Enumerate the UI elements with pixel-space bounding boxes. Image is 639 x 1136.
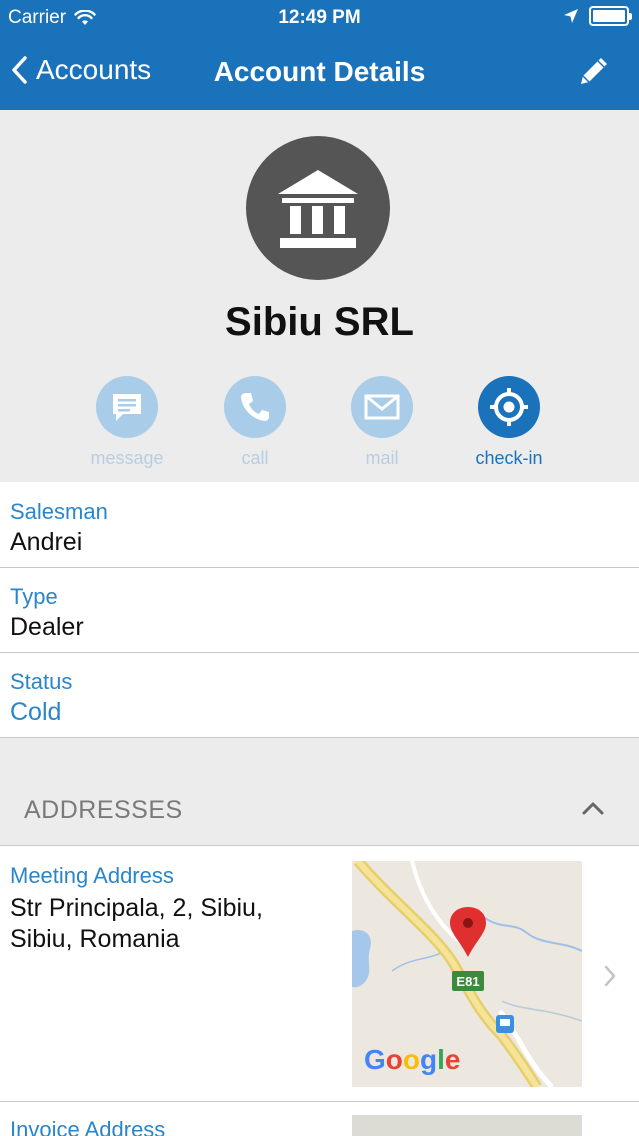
status-value: Cold <box>10 698 62 726</box>
phone-icon <box>241 393 269 421</box>
meeting-address-row[interactable]: Meeting Address Str Principala, 2, Sibiu… <box>0 846 639 1102</box>
pencil-icon <box>581 58 607 84</box>
edit-button[interactable] <box>577 54 611 93</box>
page-title: Account Details <box>213 56 426 87</box>
salesman-label: Salesman <box>10 499 108 524</box>
top-bar: Carrier 12:49 PM Accounts Account Detail… <box>0 0 639 110</box>
status-right <box>563 6 632 26</box>
status-bar: Carrier 12:49 PM <box>0 0 639 36</box>
target-icon <box>490 388 528 426</box>
location-arrow-icon <box>564 9 578 23</box>
message-action-label: message <box>90 448 164 468</box>
type-field: Type Dealer <box>0 568 639 653</box>
account-name: Sibiu SRL <box>225 300 414 344</box>
mail-action-circle <box>351 376 413 438</box>
chevron-right-icon <box>603 964 617 993</box>
status-field: Status Cold <box>0 653 639 738</box>
map-road-label: E81 <box>456 974 479 989</box>
salesman-field: Salesman Andrei <box>0 483 639 568</box>
nav-bar: Accounts Account Details <box>0 36 639 110</box>
meeting-address-value: Str Principala, 2, Sibiu, Sibiu, Romania <box>10 894 263 953</box>
map-image: E81 Google <box>352 861 582 1087</box>
mail-action-label: mail <box>365 448 399 468</box>
type-value: Dealer <box>10 613 84 641</box>
check-in-action-label: check-in <box>475 448 543 468</box>
message-action[interactable]: message <box>67 376 187 469</box>
status-label: Status <box>10 669 73 694</box>
mail-action[interactable]: mail <box>322 376 442 469</box>
mail-icon <box>364 394 400 420</box>
action-bar: message call mail check-in <box>0 376 639 476</box>
battery-icon <box>589 6 632 26</box>
svg-text:Google: Google <box>364 1044 460 1075</box>
collapse-button[interactable] <box>581 800 605 821</box>
section-spacer <box>0 738 639 776</box>
type-label: Type <box>10 584 58 609</box>
salesman-value: Andrei <box>10 528 83 556</box>
meeting-address-map[interactable]: E81 Google <box>352 861 582 1087</box>
message-action-circle <box>96 376 158 438</box>
addresses-section-header[interactable]: ADDRESSES <box>0 776 639 846</box>
meeting-address-label: Meeting Address <box>10 863 174 888</box>
call-action-label: call <box>241 448 269 468</box>
avatar <box>246 136 390 280</box>
check-in-action-circle <box>478 376 540 438</box>
account-header: Sibiu SRL message call mail check-in <box>0 110 639 482</box>
invoice-address-map[interactable] <box>352 1115 582 1136</box>
call-action-circle <box>224 376 286 438</box>
check-in-action[interactable]: check-in <box>449 376 569 469</box>
addresses-section-title: ADDRESSES <box>24 796 183 824</box>
chevron-up-icon <box>582 802 604 815</box>
status-time: 12:49 PM <box>278 7 361 28</box>
invoice-address-label: Invoice Address <box>10 1117 166 1136</box>
message-icon <box>113 394 141 421</box>
call-action[interactable]: call <box>195 376 315 469</box>
bank-building-icon <box>278 170 358 248</box>
invoice-address-row[interactable]: Invoice Address <box>0 1103 639 1136</box>
